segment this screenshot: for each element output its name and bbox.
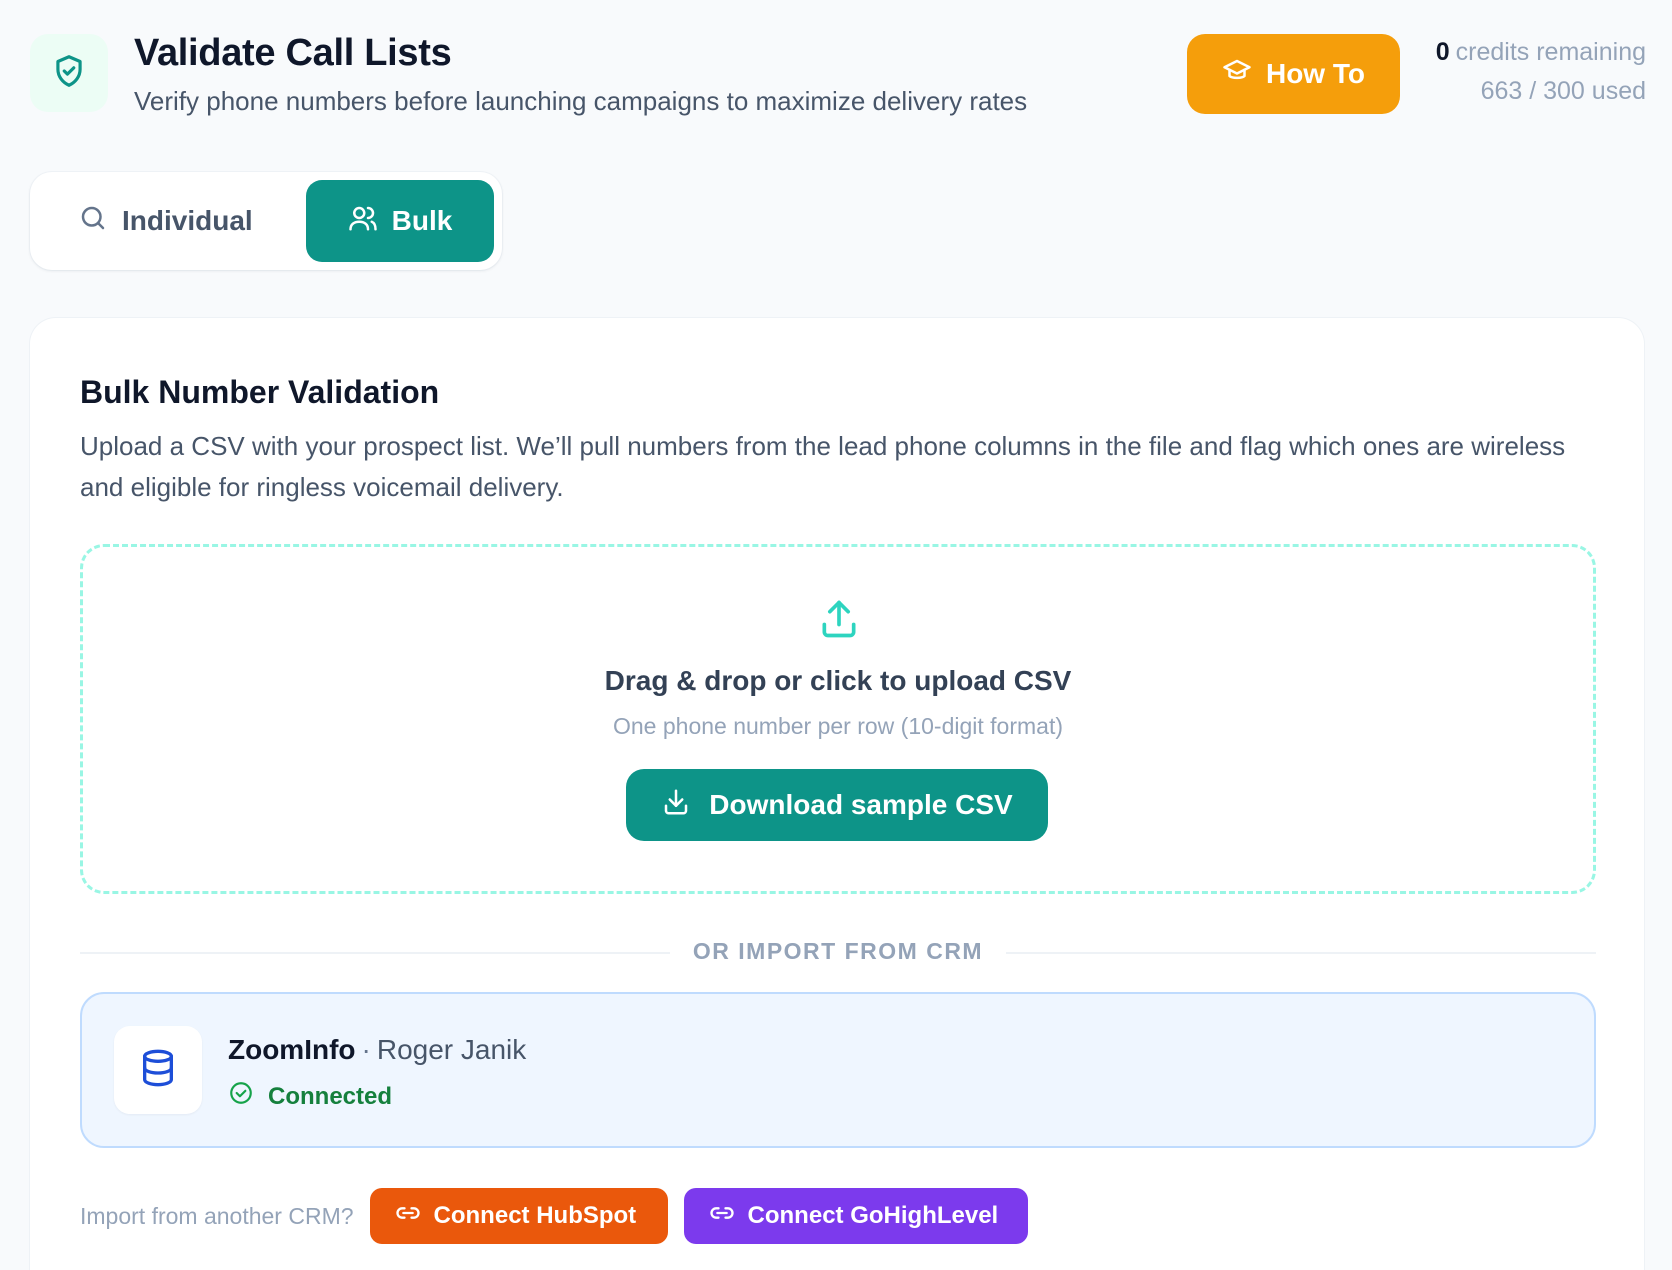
graduation-cap-icon xyxy=(1222,56,1252,93)
users-icon xyxy=(348,203,378,240)
credits-used: 663 / 300 used xyxy=(1480,77,1646,105)
bulk-validation-card: Bulk Number Validation Upload a CSV with… xyxy=(30,318,1644,1270)
card-description: Upload a CSV with your prospect list. We… xyxy=(80,431,1566,502)
mode-tabs: Individual Bulk xyxy=(30,172,502,270)
check-circle-icon xyxy=(228,1080,254,1113)
credits-remaining: 0 credits remaining xyxy=(1436,38,1646,67)
crm-divider: OR IMPORT FROM CRM xyxy=(80,938,1596,968)
other-crm-label: Import from another CRM? xyxy=(80,1202,354,1229)
search-icon xyxy=(78,203,108,240)
crm-status: Connected xyxy=(228,1080,392,1113)
zoominfo-connection[interactable]: ZoomInfo · Roger Janik Connected xyxy=(80,992,1596,1148)
connect-hubspot-button[interactable]: Connect HubSpot xyxy=(369,1188,668,1244)
connect-gohighlevel-button[interactable]: Connect GoHighLevel xyxy=(683,1188,1028,1244)
crm-logo xyxy=(114,1026,202,1114)
crm-status-label: Connected xyxy=(268,1082,393,1110)
link-icon xyxy=(708,1199,736,1234)
credits-label: credits remaining xyxy=(1455,38,1646,66)
card-title: Bulk Number Validation xyxy=(80,374,440,410)
tab-bulk-label: Bulk xyxy=(391,205,453,236)
tab-individual-label: Individual xyxy=(122,205,253,236)
page-subtitle: Verify phone numbers before launching ca… xyxy=(134,86,1028,116)
crm-user: Roger Janik xyxy=(376,1034,527,1065)
csv-dropzone[interactable]: Drag & drop or click to upload CSV One p… xyxy=(80,544,1596,894)
how-to-button[interactable]: How To xyxy=(1187,34,1400,114)
credits-count: 0 xyxy=(1435,38,1450,66)
upload-icon xyxy=(817,597,861,646)
dropzone-title: Drag & drop or click to upload CSV xyxy=(604,665,1072,696)
tab-bulk[interactable]: Bulk xyxy=(306,180,494,262)
connect-hubspot-label: Connect HubSpot xyxy=(433,1202,637,1229)
crm-name-row: ZoomInfo · Roger Janik xyxy=(228,1034,526,1066)
page-header: Validate Call Lists Verify phone numbers… xyxy=(30,30,1646,120)
link-icon xyxy=(394,1199,422,1234)
download-sample-label: Download sample CSV xyxy=(709,789,1013,820)
database-icon xyxy=(138,1048,178,1093)
connect-gohighlevel-label: Connect GoHighLevel xyxy=(747,1202,999,1229)
tab-individual[interactable]: Individual xyxy=(78,180,308,262)
credits-panel: 0 credits remaining 663 / 300 used xyxy=(1436,38,1646,106)
crm-separator: · xyxy=(361,1034,371,1065)
how-to-label: How To xyxy=(1265,58,1365,89)
download-icon xyxy=(661,787,691,824)
other-crm-row: Import from another CRM? Connect HubSpot… xyxy=(80,1188,1044,1244)
divider-line-right xyxy=(1006,952,1596,954)
shield-check-icon xyxy=(50,52,88,95)
page-icon-container xyxy=(30,34,108,112)
download-sample-button[interactable]: Download sample CSV xyxy=(626,769,1048,841)
page-title: Validate Call Lists xyxy=(134,32,452,74)
dropzone-subtitle: One phone number per row (10-digit forma… xyxy=(613,713,1063,739)
crm-name: ZoomInfo xyxy=(228,1034,356,1065)
